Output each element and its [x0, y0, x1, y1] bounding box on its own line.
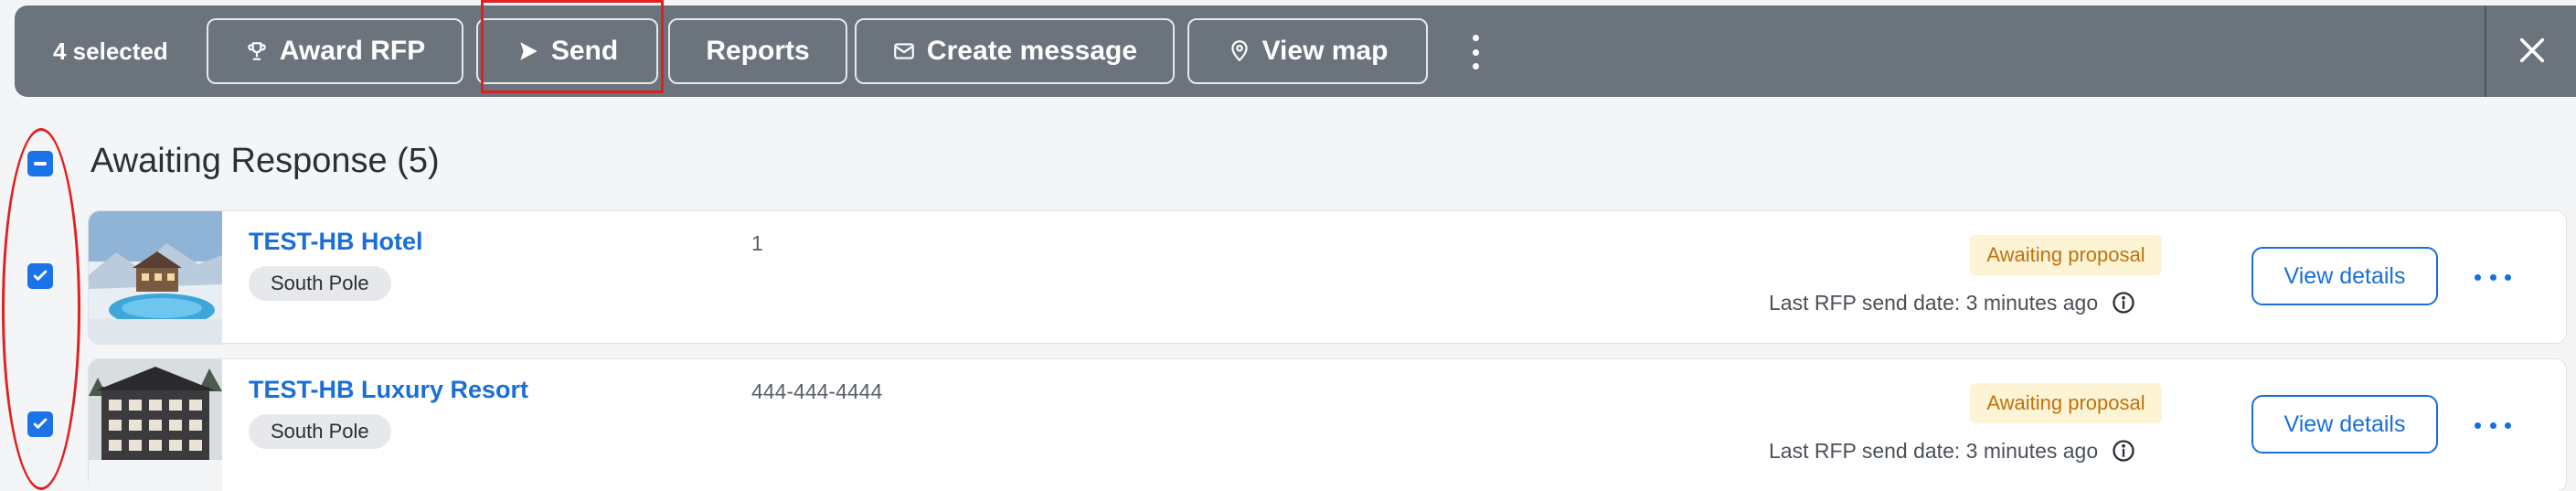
send-button[interactable]: Send: [476, 18, 658, 84]
view-map-button[interactable]: View map: [1187, 18, 1428, 84]
checkmark-icon: [33, 418, 48, 429]
more-options-icon[interactable]: [2475, 414, 2511, 436]
row-checkbox[interactable]: [27, 411, 53, 437]
phone-number: 444-444-4444: [751, 379, 883, 403]
hotel-thumbnail: [89, 359, 222, 491]
send-label: Send: [550, 36, 619, 66]
reports-label: Reports: [706, 36, 810, 66]
view-map-label: View map: [1261, 36, 1389, 66]
view-details-button[interactable]: View details: [2251, 247, 2438, 305]
selected-count: 4 selected: [53, 37, 168, 65]
close-icon: [2519, 37, 2545, 63]
last-send-info: Last RFP send date: 3 minutes ago: [1769, 434, 2136, 467]
status-badge: Awaiting proposal: [1970, 383, 2162, 423]
create-message-button[interactable]: Create message: [855, 18, 1175, 84]
award-rfp-button[interactable]: Award RFP: [207, 18, 463, 84]
map-pin-icon: [1230, 40, 1248, 62]
last-send-text: Last RFP send date: 3 minutes ago: [1769, 438, 2099, 463]
group-select-checkbox[interactable]: [27, 151, 53, 176]
info-icon[interactable]: [2111, 438, 2136, 464]
mail-icon: [894, 43, 914, 59]
hotel-row: TEST-HB Hotel South Pole 1 Awaiting prop…: [88, 210, 2567, 345]
award-rfp-label: Award RFP: [279, 36, 426, 66]
trophy-icon: [248, 42, 266, 60]
toolbar-divider: [2485, 5, 2486, 97]
section-title: Awaiting Response (5): [90, 142, 440, 180]
reports-button[interactable]: Reports: [668, 18, 847, 84]
hotel-name-link[interactable]: TEST-HB Hotel: [249, 228, 423, 256]
close-button[interactable]: [2505, 18, 2560, 82]
last-send-info: Last RFP send date: 3 minutes ago: [1769, 286, 2136, 319]
hotel-name-link[interactable]: TEST-HB Luxury Resort: [249, 376, 528, 404]
info-icon[interactable]: [2111, 290, 2136, 315]
create-message-label: Create message: [926, 36, 1138, 66]
send-icon: [520, 42, 538, 60]
location-tag: South Pole: [249, 266, 391, 301]
hotel-row: TEST-HB Luxury Resort South Pole 444-444…: [88, 358, 2567, 491]
more-options-icon[interactable]: [2475, 266, 2511, 288]
last-send-text: Last RFP send date: 3 minutes ago: [1769, 290, 2099, 315]
row-checkbox[interactable]: [27, 263, 53, 289]
hotel-thumbnail: [89, 211, 222, 345]
status-badge: Awaiting proposal: [1970, 235, 2162, 275]
phone-number: 1: [751, 231, 763, 255]
location-tag: South Pole: [249, 414, 391, 449]
view-details-button[interactable]: View details: [2251, 395, 2438, 454]
checkmark-icon: [33, 270, 48, 281]
kebab-vertical-icon[interactable]: [1457, 29, 1494, 75]
